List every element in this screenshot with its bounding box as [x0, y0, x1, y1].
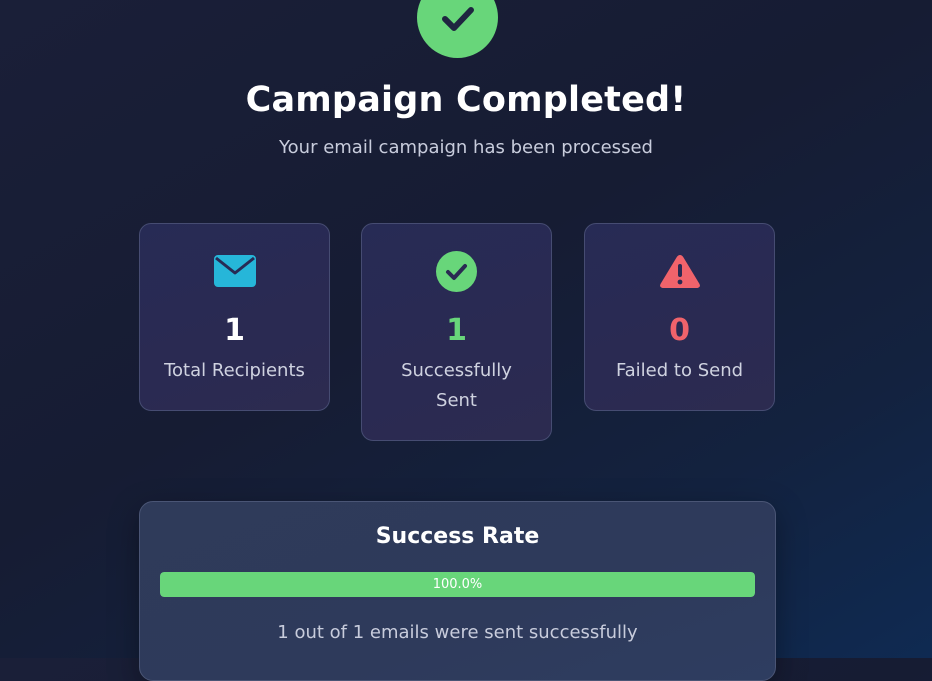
success-rate-panel: Success Rate 100.0% 1 out of 1 emails we… — [139, 501, 776, 681]
stat-card-successfully-sent: 1 Successfully Sent — [361, 223, 552, 441]
total-recipients-value: 1 — [224, 313, 245, 348]
failed-to-send-value: 0 — [669, 313, 690, 348]
successfully-sent-value: 1 — [446, 313, 467, 348]
checkmark-glyph — [441, 6, 474, 31]
success-rate-progress-bar: 100.0% — [160, 572, 755, 597]
total-recipients-label: Total Recipients — [164, 360, 305, 381]
failed-to-send-label: Failed to Send — [615, 360, 744, 381]
success-rate-title: Success Rate — [375, 524, 540, 549]
envelope-icon — [140, 252, 329, 290]
stat-card-failed-to-send: 0 Failed to Send — [584, 223, 775, 411]
page-title: Campaign Completed! — [245, 80, 687, 120]
check-circle-icon — [362, 250, 551, 292]
success-rate-summary: 1 out of 1 emails were sent successfully — [277, 622, 638, 643]
stat-card-total-recipients: 1 Total Recipients — [139, 223, 330, 411]
page-subtitle: Your email campaign has been processed — [279, 137, 653, 158]
success-check-icon — [417, 0, 498, 58]
successfully-sent-label: Successfully Sent — [401, 360, 512, 411]
warning-icon — [585, 252, 774, 290]
progress-percentage: 100.0% — [432, 577, 483, 592]
